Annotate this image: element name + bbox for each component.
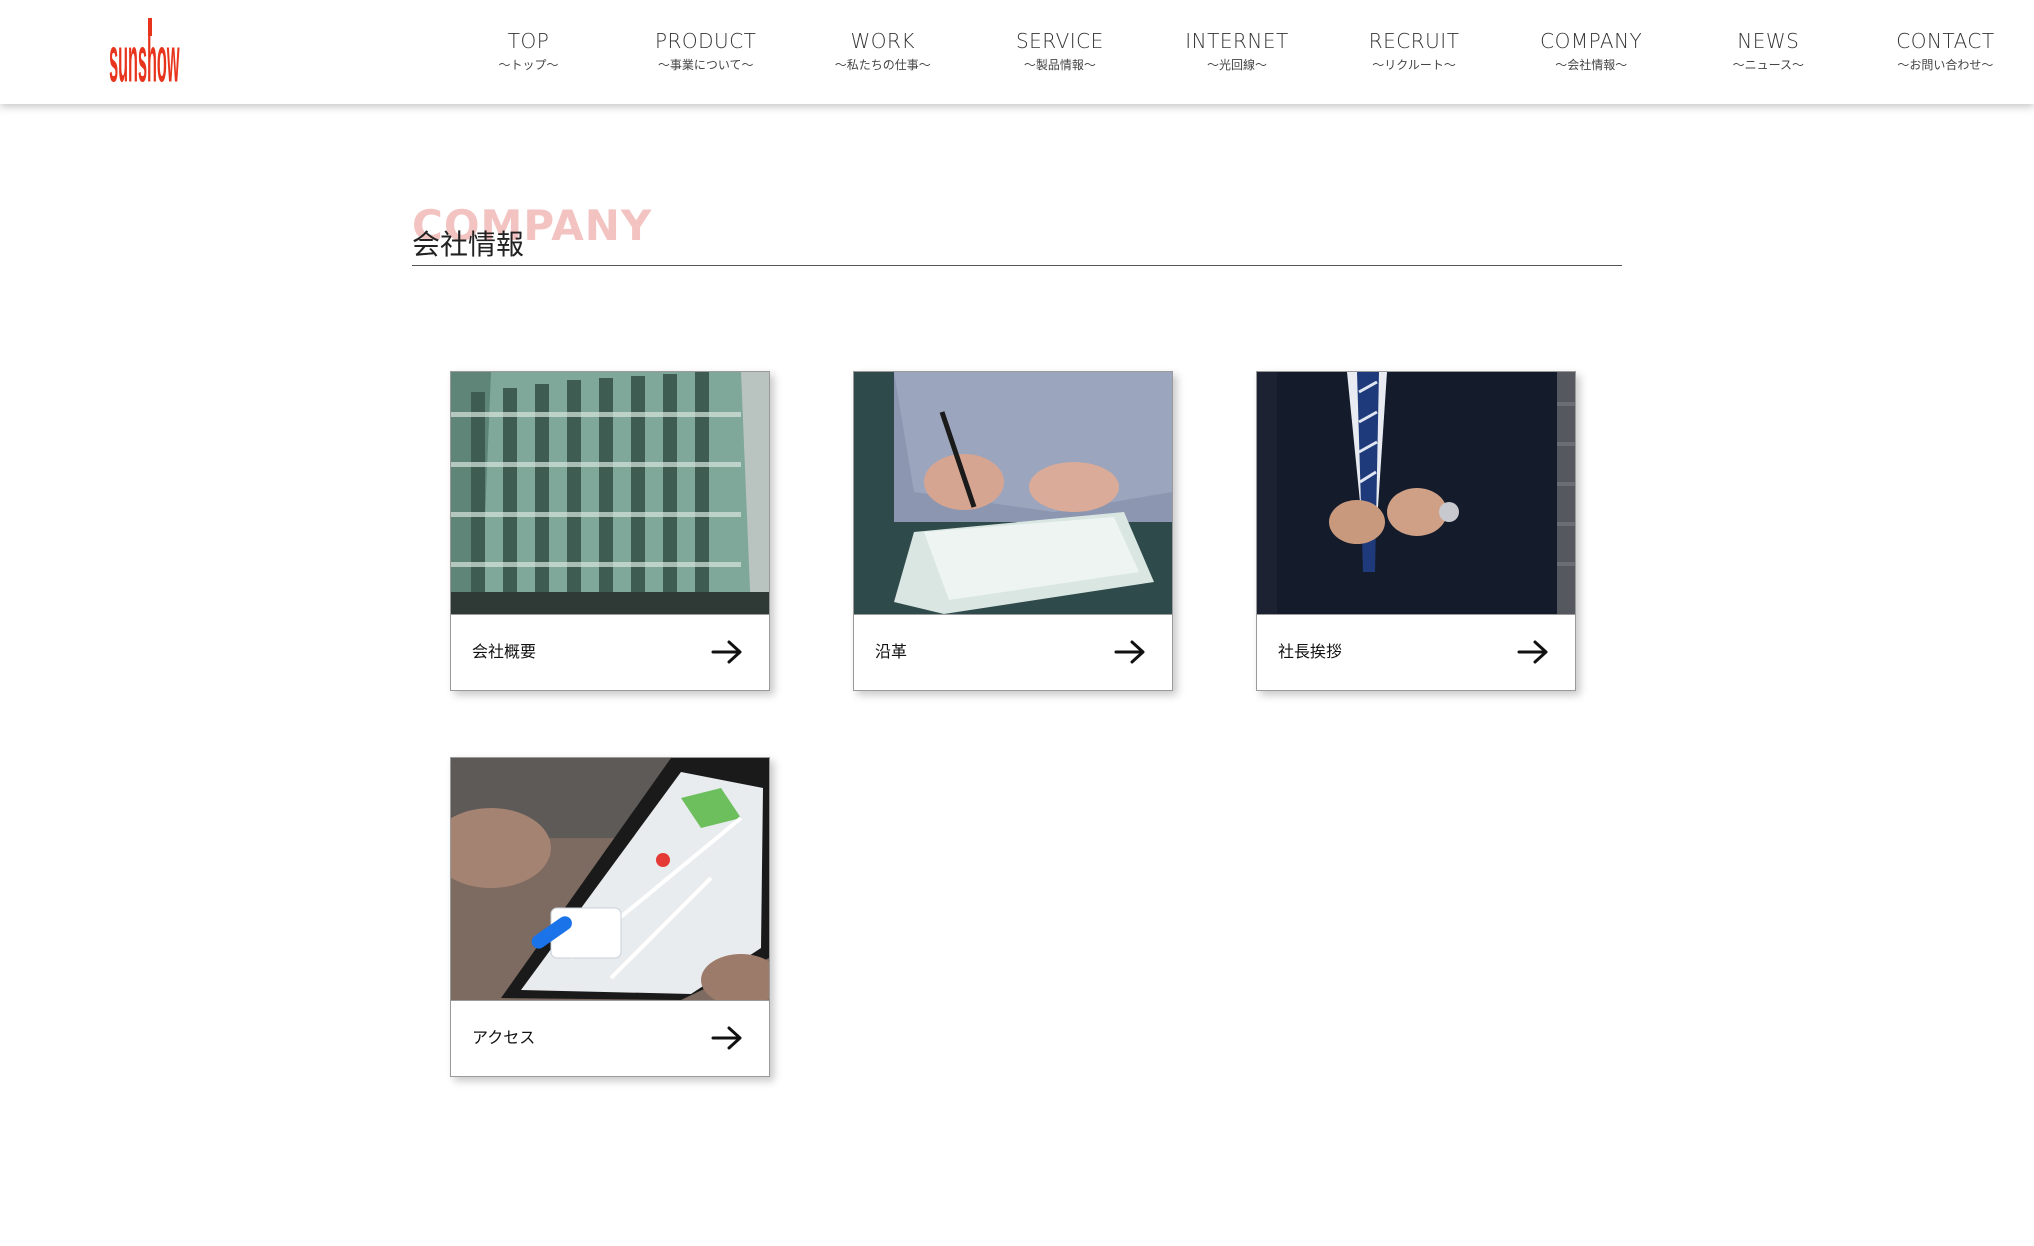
arrow-right-icon — [1114, 640, 1145, 664]
nav-item-top[interactable]: TOP 〜トップ〜 — [440, 0, 617, 104]
nav-sublabel: 〜お問い合わせ〜 — [1897, 58, 1994, 72]
nav-label: COMPANY — [1540, 29, 1643, 53]
nav-item-recruit[interactable]: RECRUIT 〜リクルート〜 — [1326, 0, 1503, 104]
nav-sublabel: 〜事業について〜 — [657, 58, 754, 72]
nav-sublabel: 〜トップ〜 — [498, 58, 559, 72]
page-title: 会社情報 — [412, 228, 525, 261]
nav-sublabel: 〜ニュース〜 — [1732, 58, 1805, 72]
businessman-suit-photo — [1257, 372, 1575, 614]
nav-label: SERVICE — [1015, 29, 1104, 53]
nav-sublabel: 〜会社情報〜 — [1555, 58, 1628, 72]
card-label: 社長挨拶 — [1278, 642, 1343, 661]
card-footer: 社長挨拶 — [1257, 614, 1575, 690]
smartphone-map-photo — [451, 758, 769, 1000]
section-heading: COMPANY 会社情報 — [412, 196, 1622, 266]
nav-label: INTERNET — [1185, 29, 1289, 53]
svg-text:sunshow: sunshow — [109, 25, 180, 96]
nav-label: CONTACT — [1896, 29, 1995, 53]
nav-sublabel: 〜リクルート〜 — [1372, 58, 1456, 72]
arrow-right-icon — [711, 640, 742, 664]
card-president-message[interactable]: 社長挨拶 — [1256, 371, 1576, 691]
nav-sublabel: 〜製品情報〜 — [1023, 58, 1096, 72]
site-header: sunshow sunshow TOP 〜トップ〜 PRODUCT 〜事業につい… — [0, 0, 2034, 104]
card-footer: 会社概要 — [451, 614, 769, 690]
nav-item-contact[interactable]: CONTACT 〜お問い合わせ〜 — [1857, 0, 2034, 104]
nav-item-company[interactable]: COMPANY 〜会社情報〜 — [1503, 0, 1680, 104]
nav-item-service[interactable]: SERVICE 〜製品情報〜 — [971, 0, 1148, 104]
nav-item-internet[interactable]: INTERNET 〜光回線〜 — [1148, 0, 1325, 104]
card-label: 会社概要 — [472, 642, 537, 661]
site-logo[interactable]: sunshow sunshow — [100, 12, 196, 96]
arrow-right-icon — [711, 1026, 742, 1050]
card-footer: アクセス — [451, 1000, 769, 1076]
card-history[interactable]: 沿革 — [853, 371, 1173, 691]
nav-label: TOP — [507, 29, 550, 53]
nav-item-product[interactable]: PRODUCT 〜事業について〜 — [617, 0, 794, 104]
nav-item-news[interactable]: NEWS 〜ニュース〜 — [1680, 0, 1857, 104]
nav-label: PRODUCT — [654, 29, 757, 53]
nav-sublabel: 〜光回線〜 — [1206, 58, 1267, 72]
card-access[interactable]: アクセス — [450, 757, 770, 1077]
signing-document-photo — [854, 372, 1172, 614]
arrow-right-icon — [1517, 640, 1548, 664]
nav-label: RECRUIT — [1368, 29, 1460, 53]
main-nav: TOP 〜トップ〜 PRODUCT 〜事業について〜 WORK 〜私たちの仕事〜… — [440, 0, 2034, 104]
card-label: アクセス — [472, 1028, 536, 1047]
nav-label: NEWS — [1737, 29, 1800, 53]
card-footer: 沿革 — [854, 614, 1172, 690]
nav-item-work[interactable]: WORK 〜私たちの仕事〜 — [794, 0, 971, 104]
office-building-photo — [451, 372, 769, 614]
nav-sublabel: 〜私たちの仕事〜 — [834, 58, 931, 72]
nav-label: WORK — [850, 29, 916, 53]
card-label: 沿革 — [875, 642, 908, 661]
card-company-overview[interactable]: 会社概要 — [450, 371, 770, 691]
